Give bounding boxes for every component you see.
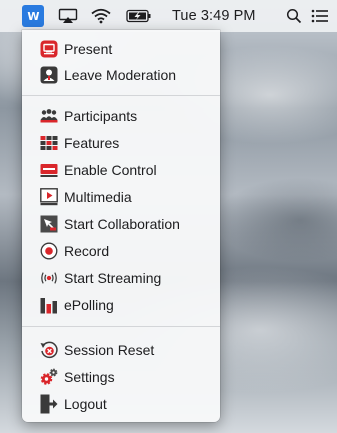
menu-bar: W Tue 3:49 PM bbox=[0, 0, 337, 32]
menu-item-enable-control[interactable]: Enable Control bbox=[22, 158, 220, 182]
menu-item-label: Logout bbox=[64, 396, 107, 412]
menu-bar-clock[interactable]: Tue 3:49 PM bbox=[172, 0, 282, 32]
menu-item-multimedia[interactable]: Multimedia bbox=[22, 185, 220, 209]
menu-item-leave-moderation[interactable]: Leave Moderation bbox=[22, 63, 220, 87]
menu-item-epolling[interactable]: ePolling bbox=[22, 293, 220, 317]
app-icon-glyph: W bbox=[27, 9, 39, 23]
menu-item-label: Multimedia bbox=[64, 189, 132, 205]
menu-item-label: Record bbox=[64, 243, 110, 259]
menu-separator bbox=[22, 95, 220, 96]
vidyo-app-icon[interactable]: W bbox=[20, 0, 46, 32]
desktop-background: W Tue 3:49 PM Present Leave Moderation P… bbox=[0, 0, 337, 433]
menu-item-label: Settings bbox=[64, 369, 115, 385]
menu-item-features[interactable]: Features bbox=[22, 131, 220, 155]
menu-item-session-reset[interactable]: Session Reset bbox=[22, 338, 220, 362]
session-reset-icon bbox=[40, 341, 58, 359]
multimedia-icon bbox=[40, 188, 58, 206]
participants-icon bbox=[40, 107, 58, 125]
epolling-icon bbox=[40, 296, 58, 314]
menu-item-start-streaming[interactable]: Start Streaming bbox=[22, 266, 220, 290]
menu-item-label: Present bbox=[64, 41, 113, 57]
moderator-icon bbox=[40, 66, 58, 84]
menu-item-label: Start Streaming bbox=[64, 270, 162, 286]
streaming-icon bbox=[40, 269, 58, 287]
menu-item-logout[interactable]: Logout bbox=[22, 392, 220, 416]
present-icon bbox=[40, 40, 58, 58]
menu-item-record[interactable]: Record bbox=[22, 239, 220, 263]
wifi-icon[interactable] bbox=[88, 0, 114, 32]
menu-item-start-collaboration[interactable]: Start Collaboration bbox=[22, 212, 220, 236]
app-icon-box: W bbox=[22, 5, 44, 27]
menu-item-label: Start Collaboration bbox=[64, 216, 180, 232]
app-dropdown-menu: Present Leave Moderation Participants Fe… bbox=[22, 30, 220, 422]
menu-item-label: Session Reset bbox=[64, 342, 155, 358]
record-icon bbox=[40, 242, 58, 260]
menu-item-present[interactable]: Present bbox=[22, 37, 220, 61]
menu-item-label: Participants bbox=[64, 108, 138, 124]
menu-item-label: ePolling bbox=[64, 297, 114, 313]
collaboration-icon bbox=[40, 215, 58, 233]
features-icon bbox=[40, 134, 58, 152]
airplay-icon[interactable] bbox=[56, 0, 80, 32]
menu-item-participants[interactable]: Participants bbox=[22, 104, 220, 128]
menu-item-settings[interactable]: Settings bbox=[22, 365, 220, 389]
menu-item-label: Features bbox=[64, 135, 120, 151]
battery-charging-icon[interactable] bbox=[124, 0, 154, 32]
logout-icon bbox=[40, 394, 58, 414]
settings-icon bbox=[40, 368, 58, 386]
search-icon[interactable] bbox=[283, 0, 305, 32]
menu-item-label: Enable Control bbox=[64, 162, 157, 178]
menu-separator bbox=[22, 326, 220, 327]
enable-control-icon bbox=[40, 161, 58, 179]
menu-item-label: Leave Moderation bbox=[64, 67, 177, 83]
notification-center-icon[interactable] bbox=[308, 0, 332, 32]
